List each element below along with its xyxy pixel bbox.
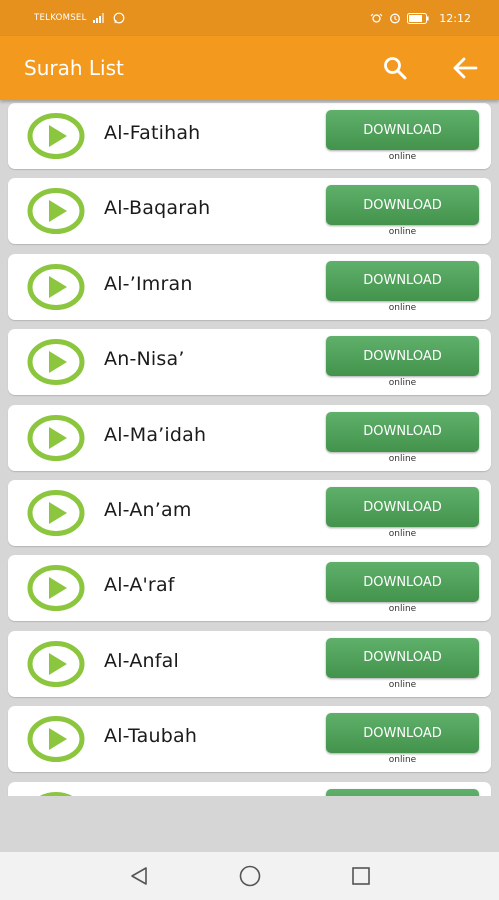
status-label: online xyxy=(388,378,417,389)
status-bar: TELKOMSEL 12:12 xyxy=(0,0,499,36)
surah-card[interactable]: Al-Anfal DOWNLOAD online xyxy=(8,630,491,697)
battery-icon xyxy=(407,12,429,24)
surah-list[interactable]: Al-Fatihah DOWNLOAD online Al-Baqarah DOWNLO… xyxy=(0,100,499,796)
download-button[interactable]: DOWNLOAD xyxy=(326,260,479,301)
download-button[interactable]: DOWNLOAD xyxy=(326,411,479,452)
surah-name: Al-Baqarah xyxy=(104,197,211,220)
surah-card[interactable]: Al-Baqarah DOWNLOAD online xyxy=(8,178,491,245)
surah-name: Al-An’am xyxy=(104,499,192,521)
download-button[interactable]: DOWNLOAD xyxy=(326,185,479,226)
status-label: online xyxy=(388,529,417,539)
play-icon[interactable] xyxy=(27,716,85,763)
status-label: online xyxy=(388,453,417,464)
nav-home-icon xyxy=(239,865,261,887)
play-icon[interactable] xyxy=(27,339,85,386)
app-bar: Surah List xyxy=(0,36,499,100)
download-button[interactable]: DOWNLOAD xyxy=(326,713,479,754)
surah-card[interactable]: An-Nisa’ DOWNLOAD online xyxy=(8,329,491,396)
surah-name: Al-Anfal xyxy=(104,649,179,672)
status-label: online xyxy=(388,227,417,238)
download-button[interactable]: DOWNLOAD xyxy=(326,487,479,527)
back-button[interactable] xyxy=(441,44,489,92)
clock: 12:12 xyxy=(439,11,471,25)
alarm-icon xyxy=(389,12,401,24)
play-icon[interactable] xyxy=(27,414,85,461)
download-button[interactable]: DOWNLOAD xyxy=(326,110,479,150)
download-button[interactable] xyxy=(326,788,479,796)
surah-card-partial[interactable] xyxy=(8,781,491,796)
status-label: online xyxy=(388,604,417,615)
surah-name: Al-’Imran xyxy=(104,272,193,295)
nav-back-icon xyxy=(131,867,147,885)
screen: TELKOMSEL 12:12 Surah List Al-Fatihah DO… xyxy=(0,0,499,900)
play-icon[interactable] xyxy=(27,113,85,159)
nav-recents-button[interactable] xyxy=(349,864,373,888)
arrow-back-icon xyxy=(453,57,478,79)
surah-card[interactable]: Al-Taubah DOWNLOAD online xyxy=(8,706,491,773)
page-title: Surah List xyxy=(24,56,124,80)
status-label: online xyxy=(388,679,417,690)
surah-card[interactable]: Al-A'raf DOWNLOAD online xyxy=(8,555,491,622)
navigation-bar xyxy=(0,852,499,900)
surah-card[interactable]: Al-Ma’idah DOWNLOAD online xyxy=(8,404,491,471)
surah-name: Al-A'raf xyxy=(104,574,175,597)
download-button[interactable]: DOWNLOAD xyxy=(326,562,479,603)
surah-name: An-Nisa’ xyxy=(104,348,185,371)
surah-name: Al-Ma’idah xyxy=(104,423,207,446)
status-label: online xyxy=(388,755,417,766)
play-icon[interactable] xyxy=(27,263,85,310)
surah-card[interactable]: Al-’Imran DOWNLOAD online xyxy=(8,253,491,320)
surah-card[interactable]: Al-An’am DOWNLOAD online xyxy=(8,480,491,546)
download-button[interactable]: DOWNLOAD xyxy=(326,637,479,678)
download-button[interactable]: DOWNLOAD xyxy=(326,336,479,377)
surah-name: Al-Fatihah xyxy=(104,122,201,144)
search-button[interactable] xyxy=(371,44,419,92)
surah-name: Al-Taubah xyxy=(104,725,198,748)
signal-icon xyxy=(92,13,107,23)
play-icon[interactable] xyxy=(27,490,85,536)
surah-card[interactable]: Al-Fatihah DOWNLOAD online xyxy=(8,103,491,169)
play-icon[interactable] xyxy=(27,640,85,687)
play-icon[interactable] xyxy=(27,565,85,612)
whatsapp-icon xyxy=(113,12,125,24)
status-label: online xyxy=(388,152,417,162)
search-icon xyxy=(384,57,407,80)
status-label: online xyxy=(388,302,417,313)
nav-recents-icon xyxy=(352,867,370,885)
play-icon[interactable] xyxy=(27,188,85,235)
carrier-name: TELKOMSEL xyxy=(34,13,87,23)
nav-back-button[interactable] xyxy=(127,864,151,888)
nav-home-button[interactable] xyxy=(238,864,262,888)
vibrate-icon xyxy=(370,13,383,24)
play-icon[interactable] xyxy=(27,791,85,796)
